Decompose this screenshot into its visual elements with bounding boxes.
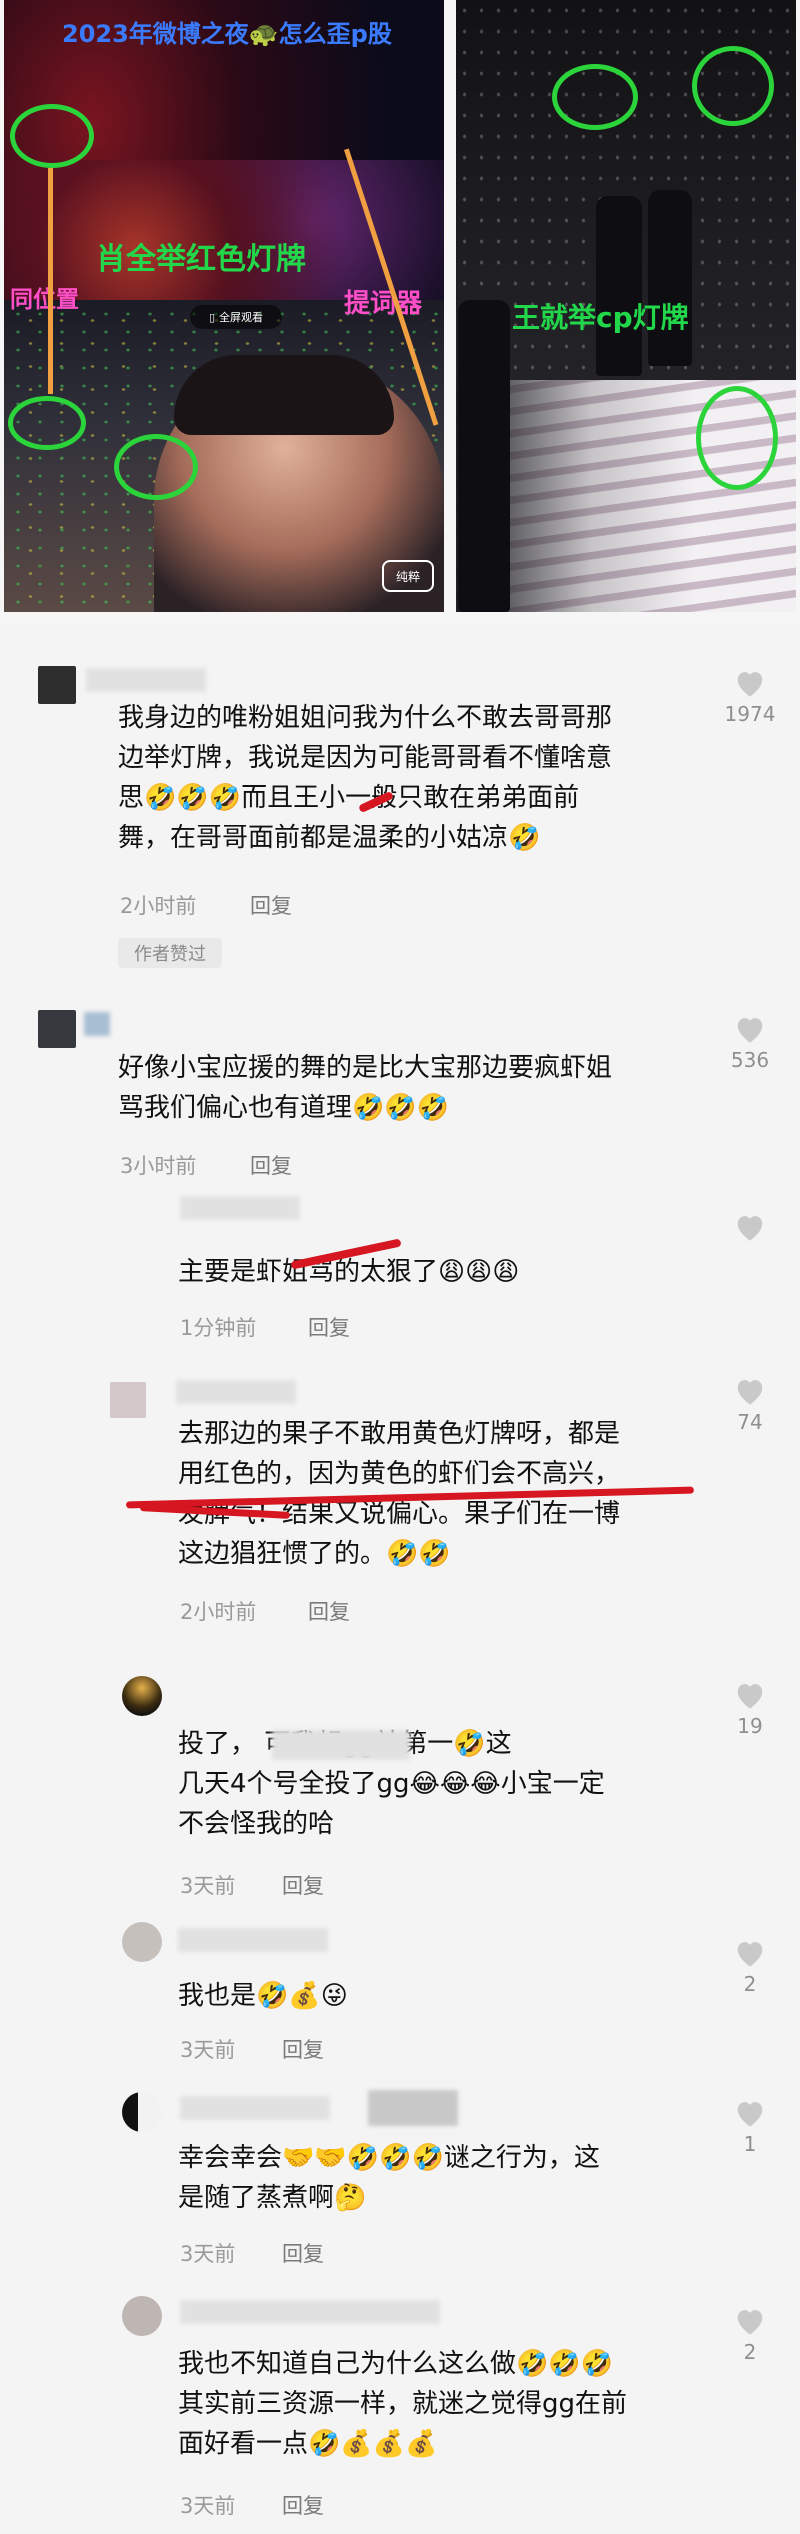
comment-text-line: 这边猖狂惯了的。🤣🤣: [178, 1539, 451, 1569]
username-redacted: [180, 2096, 330, 2120]
heart-icon: [737, 1216, 763, 1241]
comment-text-line: 幸会幸会🤝🤝🤣🤣🤣谜之行为，这: [178, 2143, 600, 2173]
green-circle-right-1: [552, 64, 638, 130]
like-count: 2: [743, 1972, 757, 1996]
comment-text-line: 我身边的唯粉姐姐问我为什么不敢去哥哥那: [118, 703, 613, 733]
heart-icon: [737, 672, 763, 697]
like-count: 1: [743, 2132, 757, 2156]
avatar[interactable]: [110, 1382, 146, 1418]
green-circle-right-3: [696, 386, 778, 490]
like-button[interactable]: 1974: [720, 668, 780, 726]
comment-time: 3小时前: [120, 1154, 197, 1178]
host-hair: [174, 355, 394, 435]
comment-text-line: 好像小宝应援的舞的是比大宝那边要疯虾姐: [118, 1053, 613, 1083]
performer-figure-2: [648, 190, 692, 366]
comment-text-line: 骂我们偏心也有道理🤣🤣🤣: [118, 1093, 450, 1123]
avatar[interactable]: [38, 666, 76, 704]
reply-button[interactable]: 回复: [282, 2034, 324, 2064]
comment-text-line: 几天4个号全投了gg😂😂😂小宝一定: [178, 1769, 605, 1799]
like-count: 2: [743, 2340, 757, 2364]
left-label: 同位置: [10, 287, 79, 313]
green-circle-right-2: [692, 46, 774, 126]
like-button[interactable]: 2: [720, 1938, 780, 1996]
comment-text-line: 其实前三资源一样，就迷之觉得gg在前: [178, 2389, 628, 2419]
reply-button[interactable]: 回复: [308, 1312, 350, 1342]
left-video-frame[interactable]: 2023年微博之夜🐢怎么歪p股 肖全举红色灯牌 同位置 提词器 ▯ 全屏观看 纯…: [4, 0, 444, 612]
like-button[interactable]: 74: [720, 1376, 780, 1434]
avatar[interactable]: [122, 1922, 162, 1962]
comment-time: 3天前: [180, 1874, 236, 1898]
comment-time: 3天前: [180, 2494, 236, 2518]
heart-icon: [737, 2310, 763, 2335]
center-label: 肖全举红色灯牌: [96, 242, 306, 277]
green-circle-mid-left: [8, 396, 86, 450]
reply-button[interactable]: 回复: [308, 1596, 350, 1626]
username-redacted: [84, 1012, 110, 1036]
heart-icon: [737, 1380, 763, 1405]
reply-button[interactable]: 回复: [282, 2238, 324, 2268]
username-redacted: [178, 1928, 328, 1952]
username-redacted: [86, 668, 206, 692]
performer-figure-1: [596, 196, 642, 376]
comment-text-line: 是随了蒸煮啊🤔: [178, 2183, 367, 2213]
comment-time: 2小时前: [180, 1600, 257, 1624]
like-button[interactable]: 1: [720, 2098, 780, 2156]
avatar[interactable]: [122, 1676, 162, 1716]
comment-text-line: 思🤣🤣🤣而且王小一般只敢在弟弟面前: [118, 783, 580, 813]
like-count: 74: [737, 1410, 763, 1434]
right-video-frame[interactable]: 王就举cp灯牌 ⋮: [456, 0, 796, 612]
meme-screenshot-area: 2023年微博之夜🐢怎么歪p股 肖全举红色灯牌 同位置 提词器 ▯ 全屏观看 纯…: [0, 0, 800, 624]
comment-text-line: 我也是🤣💰😜: [178, 1981, 348, 2011]
comment-text-line: 舞，在哥哥面前都是温柔的小姑凉🤣: [118, 823, 541, 853]
orange-pointer-left: [48, 168, 53, 394]
comment-text-line: 面好看一点🤣💰💰💰: [178, 2429, 438, 2459]
like-button[interactable]: 19: [720, 1680, 780, 1738]
like-count: 536: [730, 1048, 770, 1072]
image-title: 2023年微博之夜🐢怎么歪p股: [62, 20, 392, 48]
reply-button[interactable]: 回复: [282, 1870, 324, 1900]
comment-time: 2小时前: [120, 894, 197, 918]
channel-watermark: 纯粹: [382, 560, 434, 592]
heart-icon: [737, 1684, 763, 1709]
green-circle-bottom: [114, 434, 198, 500]
right-label: 提词器: [344, 289, 423, 319]
avatar[interactable]: [122, 2092, 162, 2132]
author-liked-badge: 作者赞过: [118, 938, 222, 968]
heart-icon: [737, 1942, 763, 1967]
heart-icon: [737, 1018, 763, 1043]
like-count: 1974: [724, 702, 776, 726]
reply-button[interactable]: 回复: [250, 1150, 292, 1180]
fullscreen-label: 全屏观看: [219, 311, 264, 324]
comment-text-line: 主要是虾姐骂的太狠了😩😩😩: [178, 1257, 520, 1287]
username-redacted: [180, 1196, 300, 1220]
avatar[interactable]: [38, 1010, 76, 1048]
staff-figure: [458, 300, 510, 612]
like-count: 19: [737, 1714, 763, 1738]
redacted-mention: [272, 1730, 410, 1760]
reply-button[interactable]: 回复: [250, 890, 292, 920]
comment-text-line: 去那边的果子不敢用黄色灯牌呀，都是: [178, 1419, 621, 1449]
like-button[interactable]: 2: [720, 2306, 780, 2364]
comment-text-line: 边举灯牌，我说是因为可能哥哥看不懂啥意: [118, 743, 613, 773]
heart-icon: [737, 2102, 763, 2127]
comment-text-line: 用红色的，因为黄色的虾们会不高兴，: [178, 1459, 621, 1489]
comment-time: 3天前: [180, 2038, 236, 2062]
green-circle-top-left: [10, 104, 94, 168]
redacted-block: [368, 2090, 458, 2126]
fullscreen-icon: ▯: [208, 310, 216, 324]
comment-text-line: 我也不知道自己为什么这么做🤣🤣🤣: [178, 2349, 614, 2379]
avatar[interactable]: [122, 2296, 162, 2336]
comment-time: 3天前: [180, 2242, 236, 2266]
like-button[interactable]: [720, 1212, 780, 1246]
username-redacted: [176, 1380, 296, 1404]
fullscreen-button[interactable]: ▯ 全屏观看: [190, 305, 282, 329]
username-redacted: [180, 2300, 440, 2324]
reply-button[interactable]: 回复: [282, 2490, 324, 2520]
like-button[interactable]: 536: [720, 1014, 780, 1072]
right-image-label: 王就举cp灯牌: [512, 301, 689, 334]
comment-text-line: 不会怪我的哈: [178, 1809, 335, 1839]
comment-time: 1分钟前: [180, 1316, 257, 1340]
